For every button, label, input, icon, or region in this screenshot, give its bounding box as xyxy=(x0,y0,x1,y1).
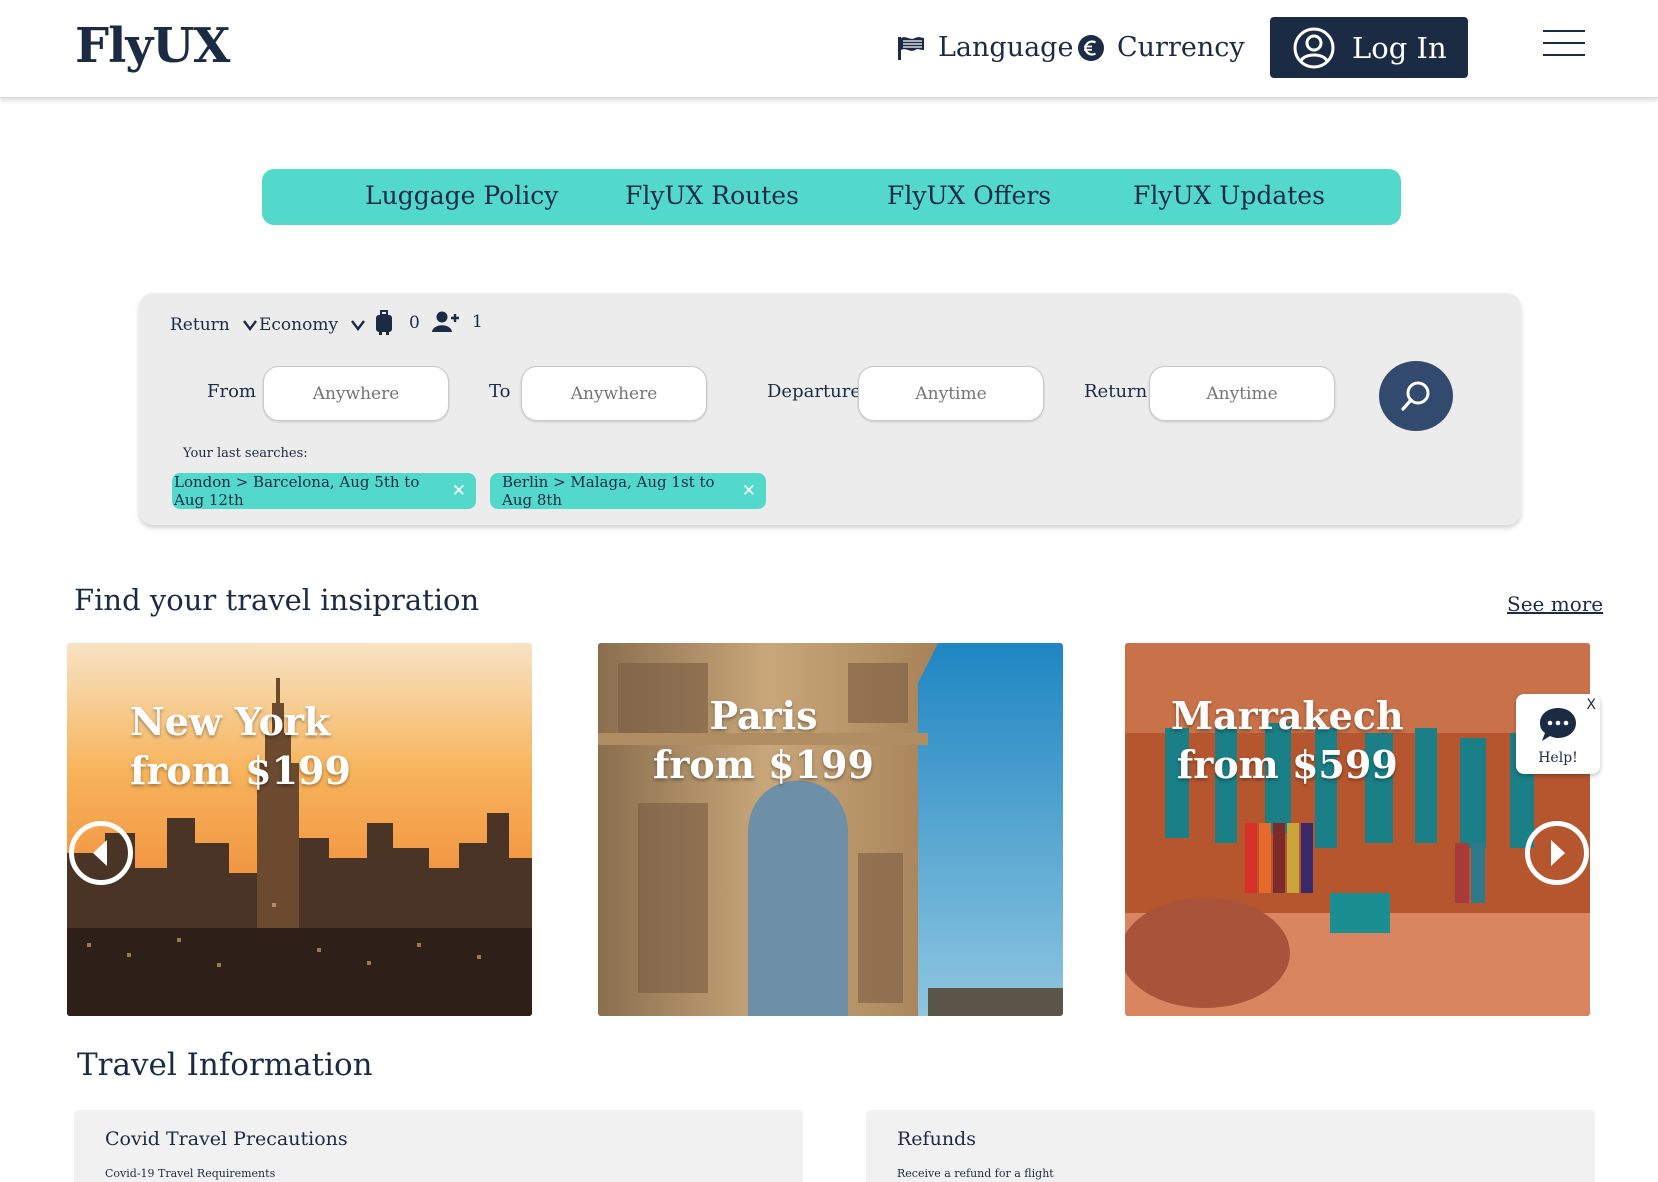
help-label: Help! xyxy=(1538,750,1578,766)
top-header: FlyUX Language Currency Log In xyxy=(0,0,1658,98)
search-icon xyxy=(1401,381,1430,411)
recent-search-text: Berlin > Malaga, Aug 1st to Aug 8th xyxy=(502,473,715,509)
currency-label: Currency xyxy=(1117,32,1245,63)
last-searches-label: Your last searches: xyxy=(183,446,308,461)
secondary-nav: Luggage Policy FlyUX Routes FlyUX Offers… xyxy=(262,169,1401,225)
nav-flyux-updates[interactable]: FlyUX Updates xyxy=(1133,181,1325,210)
to-input[interactable] xyxy=(521,366,707,421)
info-card-refunds[interactable]: Refunds Receive a refund for a flight xyxy=(866,1110,1595,1182)
bags-count: 0 xyxy=(409,313,420,333)
hamburger-menu-icon[interactable] xyxy=(1543,30,1585,58)
destination-card-paris[interactable]: Paris from $199 xyxy=(598,643,1063,1016)
card-price: from $199 xyxy=(130,748,351,793)
info-card-subtitle[interactable]: Receive a refund for a flight xyxy=(897,1167,1054,1180)
info-card-title: Covid Travel Precautions xyxy=(105,1128,348,1150)
language-label: Language xyxy=(938,32,1074,63)
help-chat-widget[interactable]: X Help! xyxy=(1516,694,1600,774)
search-button[interactable] xyxy=(1379,361,1453,431)
card-caption: New York from $199 xyxy=(130,697,351,795)
flag-icon xyxy=(898,36,924,60)
from-label: From xyxy=(207,381,256,402)
bags-selector[interactable]: 0 xyxy=(375,310,420,336)
language-selector[interactable]: Language xyxy=(896,32,1073,63)
chevron-down-icon xyxy=(351,320,366,331)
info-card-covid[interactable]: Covid Travel Precautions Covid-19 Travel… xyxy=(74,1110,803,1182)
chevron-right-icon xyxy=(1551,840,1565,866)
cabin-class-dropdown[interactable]: Economy xyxy=(259,315,366,335)
nav-flyux-offers[interactable]: FlyUX Offers xyxy=(887,181,1051,210)
euro-icon xyxy=(1078,34,1104,61)
close-icon[interactable]: ✕ xyxy=(742,481,756,501)
currency-selector[interactable]: Currency xyxy=(1077,32,1245,63)
return-label: Return xyxy=(1084,381,1148,402)
recent-search-chip[interactable]: Berlin > Malaga, Aug 1st to Aug 8th ✕ xyxy=(490,473,766,509)
card-city: Marrakech xyxy=(1171,693,1404,738)
close-icon[interactable]: ✕ xyxy=(452,481,466,501)
carousel-prev-button[interactable] xyxy=(69,821,133,885)
nav-flyux-routes[interactable]: FlyUX Routes xyxy=(625,181,799,210)
nav-luggage-policy[interactable]: Luggage Policy xyxy=(365,181,558,210)
passengers-selector[interactable]: 1 xyxy=(432,310,483,334)
close-icon[interactable]: X xyxy=(1586,697,1596,713)
card-price: from $599 xyxy=(1176,742,1398,787)
chat-bubble-icon xyxy=(1540,708,1576,741)
info-card-subtitle[interactable]: Covid-19 Travel Requirements xyxy=(105,1167,275,1180)
inspiration-heading: Find your travel insipration xyxy=(74,583,480,617)
card-caption: Paris from $199 xyxy=(653,691,874,789)
from-input[interactable] xyxy=(263,366,449,421)
destination-card-new-york[interactable]: New York from $199 xyxy=(67,643,532,1016)
trip-type-dropdown[interactable]: Return xyxy=(170,315,258,335)
recent-search-chip[interactable]: London > Barcelona, Aug 5th to Aug 12th … xyxy=(172,473,476,509)
departure-label: Departure xyxy=(767,381,862,402)
cabin-class-value: Economy xyxy=(259,315,339,335)
chevron-left-icon xyxy=(93,840,107,866)
add-person-icon xyxy=(432,311,459,332)
card-price: from $199 xyxy=(653,742,874,787)
carousel-next-button[interactable] xyxy=(1525,821,1589,885)
login-label: Log In xyxy=(1352,30,1447,65)
chevron-down-icon xyxy=(242,320,257,331)
info-card-title: Refunds xyxy=(897,1128,976,1150)
luggage-icon xyxy=(376,310,392,335)
card-caption: Marrakech from $599 xyxy=(1171,691,1404,789)
see-more-link[interactable]: See more xyxy=(1507,592,1603,616)
return-date-input[interactable] xyxy=(1149,366,1335,421)
brand-logo[interactable]: FlyUX xyxy=(75,18,230,74)
login-button[interactable]: Log In xyxy=(1270,17,1468,78)
user-avatar-icon xyxy=(1293,27,1335,68)
to-label: To xyxy=(489,381,511,402)
travel-info-heading: Travel Information xyxy=(77,1047,373,1083)
recent-search-text: London > Barcelona, Aug 5th to Aug 12th xyxy=(174,473,420,509)
card-city: Paris xyxy=(709,693,818,738)
card-city: New York xyxy=(130,699,331,744)
departure-date-input[interactable] xyxy=(858,366,1044,421)
trip-type-value: Return xyxy=(170,315,230,335)
flight-search-panel: Return Economy 0 1 From To Departure Ret… xyxy=(139,293,1521,525)
passengers-count: 1 xyxy=(472,312,483,332)
